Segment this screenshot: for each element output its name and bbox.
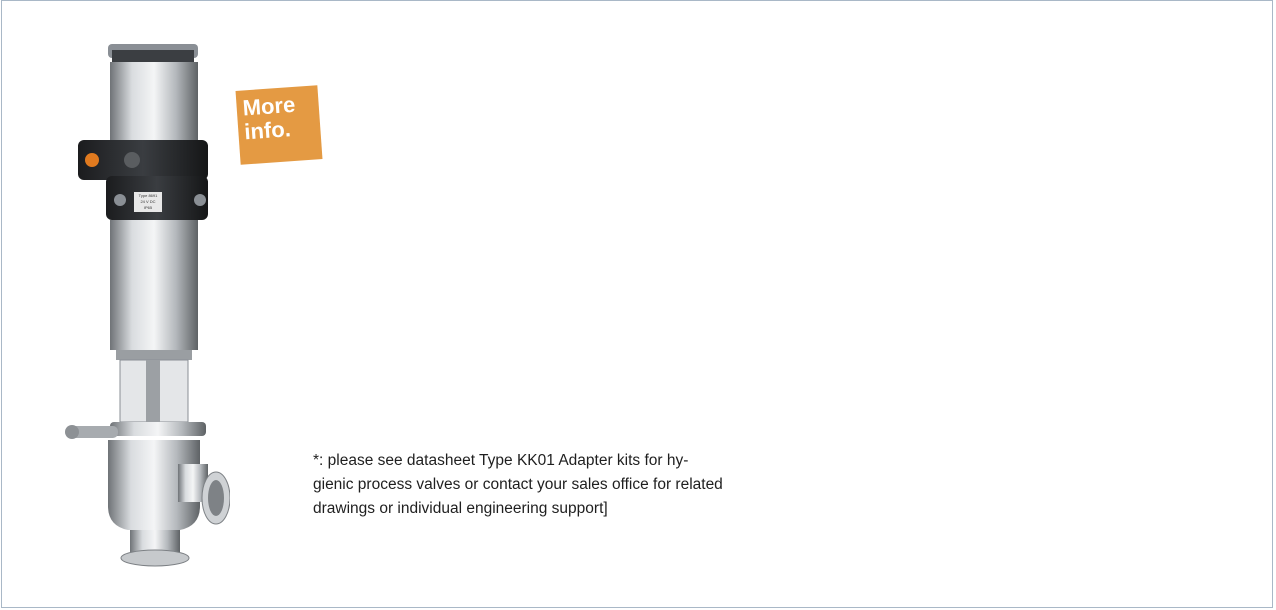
footnote-line: gienic process valves or contact your sa… bbox=[313, 476, 723, 493]
footnote-line: *: please see datasheet Type KK01 Adapte… bbox=[313, 452, 689, 469]
more-info-button[interactable]: More info. bbox=[235, 85, 323, 165]
product-label-line: 24 V DC bbox=[140, 199, 155, 204]
product-label-line: IP65 bbox=[144, 205, 153, 210]
product-label-line: Type 8691 bbox=[139, 193, 158, 198]
hygienic-valve-image: Type 8691 24 V DC IP65 bbox=[65, 44, 230, 567]
more-info-line: info. bbox=[243, 116, 292, 145]
footnote-text: *: please see datasheet Type KK01 Adapte… bbox=[313, 449, 833, 521]
footnote-line: drawings or individual engineering suppo… bbox=[313, 500, 608, 517]
